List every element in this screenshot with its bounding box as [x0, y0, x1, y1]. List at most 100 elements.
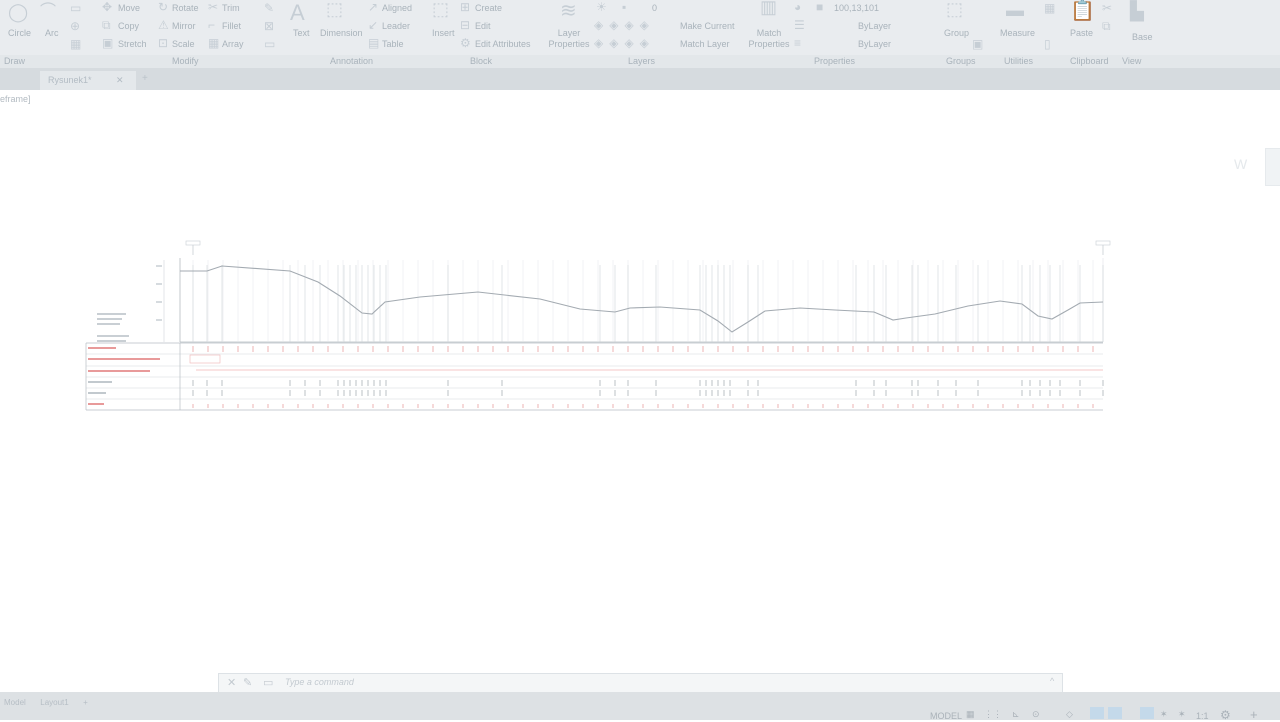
dimension-button[interactable]: Dimension — [320, 28, 363, 38]
annotation-visibility-icon[interactable]: ✶ — [1160, 709, 1168, 720]
layout-tab-add[interactable]: + — [83, 698, 88, 707]
text-icon: A — [290, 0, 305, 25]
explode-icon[interactable]: ▭ — [264, 38, 275, 50]
fillet-button[interactable]: Fillet — [222, 21, 241, 31]
stretch-icon: ▣ — [102, 36, 114, 50]
circle-icon[interactable]: ◯ — [8, 3, 28, 21]
erase-icon[interactable]: ⊠ — [264, 20, 274, 32]
pencil-icon[interactable]: ✎ — [264, 2, 274, 14]
arc-icon[interactable]: ⌒ — [40, 4, 56, 20]
group-button[interactable]: Group — [944, 28, 969, 38]
annotation-scale-icon[interactable] — [1140, 707, 1154, 719]
aligned-icon: ↗ — [368, 0, 379, 14]
scale-button[interactable]: Scale — [172, 39, 195, 49]
layer-state-icons[interactable]: ◈◈◈◈ — [594, 19, 655, 31]
edit-attributes-icon: ⚙ — [460, 36, 471, 50]
drawing-canvas[interactable]: eframe] W — [0, 90, 1280, 692]
panel-view[interactable]: View — [1122, 56, 1141, 66]
measure-button[interactable]: Measure — [1000, 28, 1035, 38]
edit-button[interactable]: Edit — [475, 21, 491, 31]
panel-layers[interactable]: Layers — [628, 56, 655, 66]
panel-clipboard[interactable]: Clipboard — [1070, 56, 1109, 66]
circle-button[interactable]: Circle — [8, 28, 31, 38]
insert-button[interactable]: Insert — [432, 28, 455, 38]
layer-tools-icons[interactable]: ◈◈◈◈ — [594, 37, 655, 49]
base-icon: ▙ — [1130, 1, 1144, 21]
layout-tab-model[interactable]: Model — [0, 698, 26, 707]
group-edit-icon[interactable]: ▣ — [972, 38, 983, 50]
panel-groups[interactable]: Groups — [946, 56, 976, 66]
paste-button[interactable]: Paste — [1070, 28, 1093, 38]
command-line[interactable]: ✕ ✎ ▭ Type a command ^ — [218, 673, 1063, 693]
base-button[interactable]: Base — [1132, 32, 1153, 42]
trim-button[interactable]: Trim — [222, 3, 240, 13]
array-button[interactable]: Array — [222, 39, 244, 49]
paste-icon: 📋 — [1070, 0, 1095, 22]
panel-modify[interactable]: Modify — [172, 56, 199, 66]
copy-button[interactable]: Copy — [118, 21, 139, 31]
grid-icon[interactable]: ▦ — [966, 709, 975, 720]
match-properties-icon: ▥ — [760, 0, 778, 17]
isodraft-icon[interactable]: ◇ — [1066, 709, 1073, 720]
ortho-icon[interactable]: ⊾ — [1012, 709, 1020, 720]
panel-utilities[interactable]: Utilities — [1004, 56, 1033, 66]
close-icon[interactable]: ✕ — [116, 75, 124, 86]
document-tab[interactable]: Rysunek1* ✕ — [40, 71, 136, 90]
mirror-icon: ⚠ — [158, 18, 169, 32]
panel-annotation[interactable]: Annotation — [330, 56, 373, 66]
id-point-icon[interactable]: ▯ — [1044, 38, 1051, 50]
object-track-icon[interactable] — [1108, 707, 1122, 719]
rectangle-icon[interactable]: ▭ — [70, 2, 81, 14]
aligned-dropdown[interactable]: Aligned — [382, 3, 412, 13]
arc-button[interactable]: Arc — [45, 28, 59, 38]
calculator-icon[interactable]: ▦ — [1044, 2, 1055, 14]
move-icon: ✥ — [102, 0, 113, 14]
profile-left-legend — [97, 260, 165, 342]
color-wheel-icon: ◕ — [794, 0, 802, 14]
ribbon-panel-titles: Draw Modify Annotation Block Layers Prop… — [0, 55, 1280, 68]
rotate-icon: ↻ — [158, 0, 169, 14]
move-button[interactable]: Move — [118, 3, 140, 13]
mirror-button[interactable]: Mirror — [172, 21, 196, 31]
customize-icon[interactable]: ✎ — [243, 676, 252, 689]
gradient-icon[interactable]: ▦ — [70, 38, 81, 50]
autoscale-icon[interactable]: ✶ — [1178, 709, 1186, 720]
lineweight-dropdown[interactable]: ByLayer — [858, 39, 891, 49]
panel-block[interactable]: Block — [470, 56, 492, 66]
command-prompt-icon[interactable]: ▭ — [263, 676, 273, 689]
command-input[interactable]: Type a command — [285, 677, 354, 687]
edit-attributes-button[interactable]: Edit Attributes — [475, 39, 531, 49]
array-icon: ▦ — [208, 36, 220, 50]
create-button[interactable]: Create — [475, 3, 502, 13]
ribbon: ◯ Circle ⌒ Arc ▭ ⊕ ▦ ✥ Move ⧉ Copy ▣ Str… — [0, 0, 1280, 68]
chevron-up-icon[interactable]: ^ — [1050, 676, 1054, 686]
new-tab-icon[interactable]: + — [142, 73, 148, 84]
stretch-button[interactable]: Stretch — [118, 39, 147, 49]
table-button[interactable]: Table — [382, 39, 404, 49]
group-icon: ⬚ — [946, 0, 964, 19]
create-icon: ⊞ — [460, 0, 471, 14]
match-layer-button[interactable]: Match Layer — [680, 39, 730, 49]
linetype-dropdown[interactable]: ByLayer — [858, 21, 891, 31]
rotate-button[interactable]: Rotate — [172, 3, 199, 13]
panel-draw[interactable]: Draw — [4, 56, 25, 66]
layer-dropdown[interactable]: 0 — [652, 3, 657, 13]
match-properties-button[interactable]: Match Properties — [748, 28, 790, 50]
lightbulb-icon: ☀ — [596, 0, 607, 14]
make-current-button[interactable]: Make Current — [680, 21, 735, 31]
object-snap-icon[interactable] — [1090, 707, 1104, 719]
text-button[interactable]: Text — [293, 28, 310, 38]
profile-data-table — [85, 342, 1103, 411]
close-icon[interactable]: ✕ — [227, 676, 236, 689]
panel-properties[interactable]: Properties — [814, 56, 855, 66]
snap-icon[interactable]: ⋮⋮ — [984, 709, 1002, 720]
lineweight-icon: ≡ — [794, 36, 802, 50]
copy-clip-icon[interactable]: ⧉ — [1102, 20, 1111, 32]
layer-properties-button[interactable]: Layer Properties — [548, 28, 590, 50]
leader-dropdown[interactable]: Leader — [382, 21, 410, 31]
layout-tab-layout1[interactable]: Layout1 — [40, 698, 68, 707]
color-dropdown[interactable]: 100,13,101 — [834, 3, 879, 13]
cut-icon[interactable]: ✂ — [1102, 2, 1112, 14]
hatch-icon[interactable]: ⊕ — [70, 20, 80, 32]
polar-icon[interactable]: ⊙ — [1032, 709, 1040, 720]
